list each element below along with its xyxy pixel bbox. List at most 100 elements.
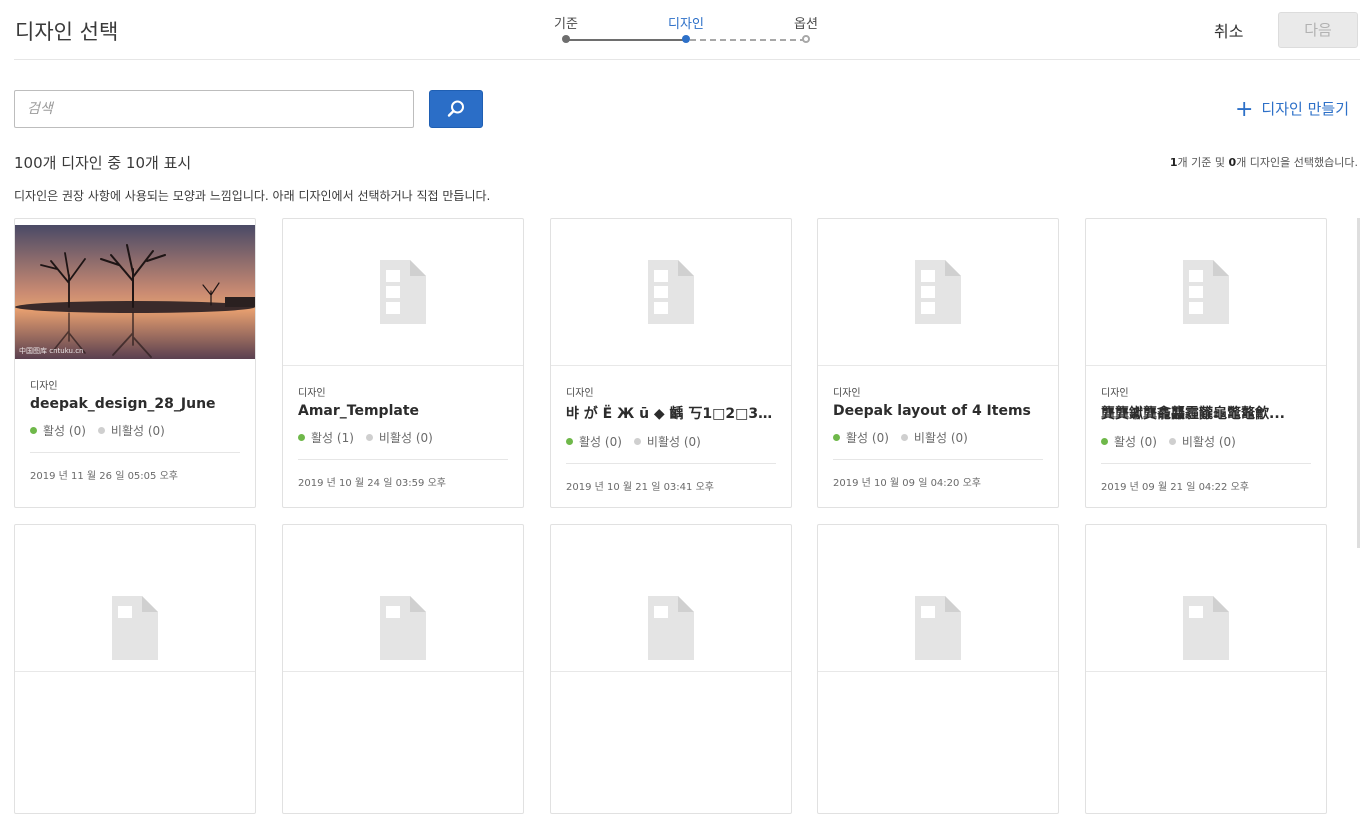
wizard-stepper: 기준 디자인 옵션 bbox=[540, 0, 840, 50]
search-icon bbox=[447, 100, 464, 117]
step-connector-done bbox=[566, 39, 686, 41]
design-thumbnail bbox=[818, 219, 1058, 366]
header-divider bbox=[14, 59, 1360, 60]
inactive-count: 비활성 (0) bbox=[913, 431, 968, 445]
card-type-label: 디자인 bbox=[30, 381, 58, 392]
design-card[interactable] bbox=[1085, 524, 1327, 814]
inactive-status-dot bbox=[97, 427, 105, 434]
card-date: 2019 년 10 월 09 일 04:20 오후 bbox=[833, 478, 981, 489]
card-status: 활성 (0) 비활성 (0) bbox=[566, 433, 776, 450]
step-label-options: 옵션 bbox=[794, 17, 818, 32]
design-card[interactable]: 디자인 뱌 が Ë Ж ū ◆ 齲 丂1□2□3□北 拮... 활성 (0) 비… bbox=[550, 218, 792, 508]
card-status: 활성 (0) 비활성 (0) bbox=[1101, 433, 1311, 450]
selected-criteria-count: 1 bbox=[1169, 156, 1178, 169]
card-title: Deepak layout of 4 Items bbox=[833, 403, 1031, 419]
photo-watermark: 中国图库 cntuku.cn bbox=[19, 347, 84, 355]
design-card[interactable] bbox=[14, 524, 256, 814]
inactive-status-dot bbox=[900, 434, 908, 441]
document-icon bbox=[915, 596, 961, 660]
plus-icon: + bbox=[1234, 97, 1254, 122]
design-thumbnail bbox=[1086, 219, 1326, 366]
card-date: 2019 년 10 월 24 일 03:59 오후 bbox=[298, 478, 446, 489]
document-icon bbox=[1183, 596, 1229, 660]
cancel-button[interactable]: 취소 bbox=[1214, 18, 1243, 42]
active-count: 활성 (1) bbox=[311, 431, 354, 445]
active-status-dot bbox=[1101, 438, 1108, 445]
inactive-status-dot bbox=[1168, 438, 1176, 445]
document-icon bbox=[648, 596, 694, 660]
design-card[interactable]: 디자인 龔龔钀龔龕龘霾龖龜鼈鼇龡... 활성 (0) 비활성 (0) 2019 … bbox=[1085, 218, 1327, 508]
selected-criteria-suffix: 개 기준 및 bbox=[1177, 156, 1229, 169]
create-design-link[interactable]: + 디자인 만들기 bbox=[1234, 97, 1349, 122]
design-card[interactable] bbox=[817, 524, 1059, 814]
inactive-status-dot bbox=[633, 438, 641, 445]
next-button[interactable]: 다음 bbox=[1278, 12, 1358, 48]
result-count: 100개 디자인 중 10개 표시 bbox=[14, 154, 192, 172]
inactive-count: 비활성 (0) bbox=[646, 435, 701, 449]
page-title: 디자인 선택 bbox=[15, 20, 119, 44]
document-icon bbox=[915, 260, 961, 324]
search-input[interactable] bbox=[14, 90, 414, 128]
card-date: 2019 년 10 월 21 일 03:41 오후 bbox=[566, 482, 714, 493]
create-design-label: 디자인 만들기 bbox=[1261, 100, 1349, 118]
step-dot-criteria bbox=[562, 35, 570, 43]
card-status: 활성 (0) 비활성 (0) bbox=[30, 422, 240, 439]
document-icon bbox=[112, 596, 158, 660]
card-status: 활성 (0) 비활성 (0) bbox=[833, 429, 1043, 446]
card-title: Amar_Template bbox=[298, 403, 420, 419]
active-count: 활성 (0) bbox=[43, 424, 86, 438]
design-thumbnail bbox=[1086, 525, 1326, 672]
active-count: 활성 (0) bbox=[846, 431, 889, 445]
design-thumbnail: 中国图库 cntuku.cn bbox=[15, 225, 255, 359]
card-divider bbox=[298, 459, 508, 460]
active-count: 활성 (0) bbox=[579, 435, 622, 449]
card-date: 2019 년 11 월 26 일 05:05 오후 bbox=[30, 471, 178, 482]
card-title: 龔龔钀龔龕龘霾龖龜鼈鼇龡... bbox=[1101, 406, 1285, 422]
design-thumbnail bbox=[818, 525, 1058, 672]
step-dot-options bbox=[802, 35, 810, 43]
document-icon bbox=[1183, 260, 1229, 324]
card-divider bbox=[1101, 463, 1311, 464]
card-title: deepak_design_28_June bbox=[30, 396, 216, 412]
design-thumbnail bbox=[283, 525, 523, 672]
step-label-design: 디자인 bbox=[668, 17, 704, 32]
card-divider bbox=[833, 459, 1043, 460]
design-thumbnail bbox=[551, 219, 791, 366]
step-label-criteria: 기준 bbox=[554, 17, 578, 32]
step-connector-pending bbox=[690, 39, 806, 41]
inactive-count: 비활성 (0) bbox=[110, 424, 165, 438]
card-type-label: 디자인 bbox=[298, 388, 326, 399]
active-status-dot bbox=[833, 434, 840, 441]
active-status-dot bbox=[30, 427, 37, 434]
selected-design-suffix: 개 디자인을 선택했습니다. bbox=[1236, 156, 1358, 169]
design-card[interactable]: 中国图库 cntuku.cn 디자인 deepak_design_28_June… bbox=[14, 218, 256, 508]
inactive-status-dot bbox=[365, 434, 373, 441]
step-dot-design bbox=[682, 35, 690, 43]
inactive-count: 비활성 (0) bbox=[378, 431, 433, 445]
design-card[interactable] bbox=[550, 524, 792, 814]
active-count: 활성 (0) bbox=[1114, 435, 1157, 449]
design-card[interactable] bbox=[282, 524, 524, 814]
card-divider bbox=[30, 452, 240, 453]
card-status: 활성 (1) 비활성 (0) bbox=[298, 429, 508, 446]
document-icon bbox=[380, 260, 426, 324]
active-status-dot bbox=[298, 434, 305, 441]
document-icon bbox=[648, 260, 694, 324]
card-type-label: 디자인 bbox=[833, 388, 861, 399]
card-divider bbox=[566, 463, 776, 464]
design-thumbnail bbox=[551, 525, 791, 672]
selection-status: 1개 기준 및 0개 디자인을 선택했습니다. bbox=[1170, 154, 1358, 170]
inactive-count: 비활성 (0) bbox=[1181, 435, 1236, 449]
card-title: 뱌 が Ë Ж ū ◆ 齲 丂1□2□3□北 拮... bbox=[566, 406, 776, 422]
document-icon bbox=[380, 596, 426, 660]
design-card[interactable]: 디자인 Amar_Template 활성 (1) 비활성 (0) 2019 년 … bbox=[282, 218, 524, 508]
design-thumbnail bbox=[283, 219, 523, 366]
card-type-label: 디자인 bbox=[1101, 388, 1129, 399]
design-card[interactable]: 디자인 Deepak layout of 4 Items 활성 (0) 비활성 … bbox=[817, 218, 1059, 508]
card-type-label: 디자인 bbox=[566, 388, 594, 399]
search-button[interactable] bbox=[429, 90, 483, 128]
card-date: 2019 년 09 월 21 일 04:22 오후 bbox=[1101, 482, 1249, 493]
page-description: 디자인은 권장 사항에 사용되는 모양과 느낌입니다. 아래 디자인에서 선택하… bbox=[14, 189, 491, 203]
active-status-dot bbox=[566, 438, 573, 445]
design-thumbnail bbox=[15, 525, 255, 672]
